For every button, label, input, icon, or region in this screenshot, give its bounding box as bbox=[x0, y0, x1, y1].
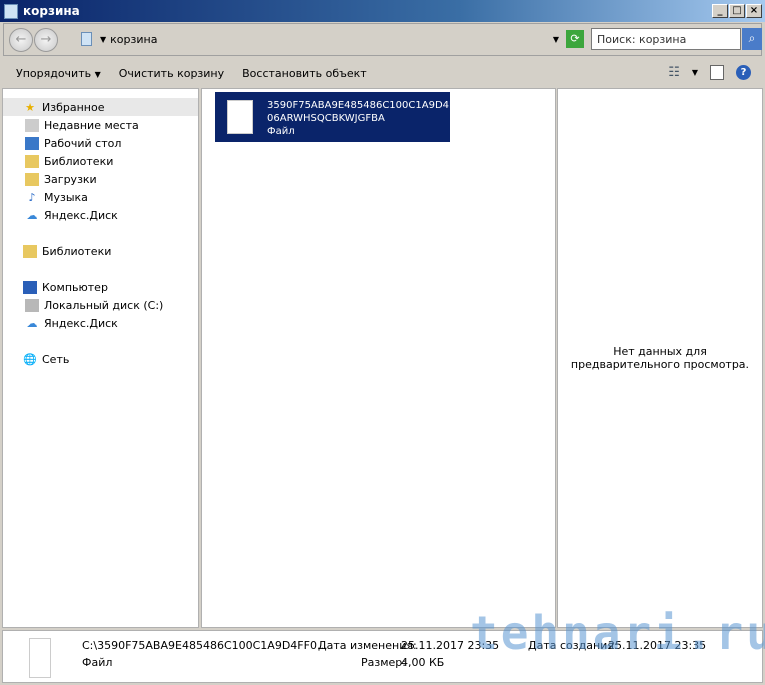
close-button[interactable]: × bbox=[746, 4, 762, 18]
nav-libraries-fav[interactable]: Библиотеки bbox=[3, 152, 198, 170]
network-icon: 🌐 bbox=[23, 352, 37, 366]
preview-pane: Нет данных для предварительного просмотр… bbox=[557, 88, 763, 628]
refresh-button[interactable]: ⟳ bbox=[566, 30, 584, 48]
nav-downloads[interactable]: Загрузки bbox=[3, 170, 198, 188]
preview-message: Нет данных для предварительного просмотр… bbox=[570, 345, 750, 371]
search-icon[interactable]: ⌕ bbox=[742, 28, 762, 50]
maximize-button[interactable]: □ bbox=[729, 4, 745, 18]
back-button[interactable]: ← bbox=[9, 28, 33, 52]
nav-computer[interactable]: Компьютер bbox=[3, 278, 198, 296]
minimize-button[interactable]: _ bbox=[712, 4, 728, 18]
address-box[interactable]: ▼ корзина ▼ bbox=[75, 28, 563, 50]
nav-yandex-disk[interactable]: ☁ Яндекс.Диск bbox=[3, 206, 198, 224]
file-icon bbox=[29, 638, 51, 678]
nav-recent-places[interactable]: Недавние места bbox=[3, 116, 198, 134]
forward-button[interactable]: → bbox=[34, 28, 58, 52]
nav-favorites[interactable]: ★ Избранное bbox=[3, 98, 198, 116]
history-dropdown-icon[interactable]: ▼ bbox=[553, 35, 559, 44]
recycle-bin-icon bbox=[4, 3, 18, 19]
view-options-icon[interactable]: ☷ bbox=[668, 65, 680, 80]
watermark: tehnari.ru bbox=[470, 606, 765, 660]
recycle-bin-icon bbox=[81, 32, 92, 46]
cloud-icon: ☁ bbox=[26, 208, 38, 222]
chevron-down-icon[interactable]: ▼ bbox=[692, 68, 698, 77]
nav-network[interactable]: 🌐 Сеть bbox=[3, 350, 198, 368]
cloud-icon: ☁ bbox=[26, 316, 38, 330]
desktop-icon bbox=[25, 136, 39, 150]
file-icon bbox=[227, 100, 253, 134]
recent-places-icon bbox=[25, 118, 39, 132]
window-title: корзина bbox=[23, 4, 80, 18]
libraries-icon bbox=[23, 244, 37, 258]
address-path: корзина bbox=[110, 32, 158, 46]
file-item[interactable]: 3590F75ABA9E485486C100C1A9D4FF 06ARWHSQC… bbox=[215, 92, 461, 142]
empty-bin-button[interactable]: Очистить корзину bbox=[119, 67, 224, 80]
address-bar-row: ← → ▼ корзина ▼ ⟳ Поиск: корзина ⌕ bbox=[3, 23, 762, 56]
nav-local-disk[interactable]: Локальный диск (C:) bbox=[3, 296, 198, 314]
file-list: 3590F75ABA9E485486C100C1A9D4FF 06ARWHSQC… bbox=[201, 88, 556, 628]
search-input[interactable]: Поиск: корзина bbox=[591, 28, 741, 50]
help-icon[interactable]: ? bbox=[736, 65, 751, 80]
downloads-icon bbox=[25, 172, 39, 186]
nav-desktop[interactable]: Рабочий стол bbox=[3, 134, 198, 152]
disk-icon bbox=[25, 298, 39, 312]
navigation-pane: ★ Избранное Недавние места Рабочий стол Б… bbox=[2, 88, 199, 628]
preview-pane-icon[interactable] bbox=[710, 65, 724, 80]
folder-icon bbox=[25, 154, 39, 168]
title-bar: корзина bbox=[0, 0, 765, 22]
chevron-down-icon[interactable]: ▼ bbox=[100, 35, 106, 44]
nav-music[interactable]: ♪ Музыка bbox=[3, 188, 198, 206]
music-icon: ♪ bbox=[28, 190, 36, 204]
nav-yandex-disk-2[interactable]: ☁ Яндекс.Диск bbox=[3, 314, 198, 332]
organize-button[interactable]: Упорядочить ▼ bbox=[16, 67, 101, 80]
computer-icon bbox=[23, 280, 37, 294]
toolbar: Упорядочить ▼ Очистить корзину Восстанов… bbox=[0, 58, 765, 88]
nav-libraries[interactable]: Библиотеки bbox=[3, 242, 198, 260]
restore-button[interactable]: Восстановить объект bbox=[242, 67, 367, 80]
